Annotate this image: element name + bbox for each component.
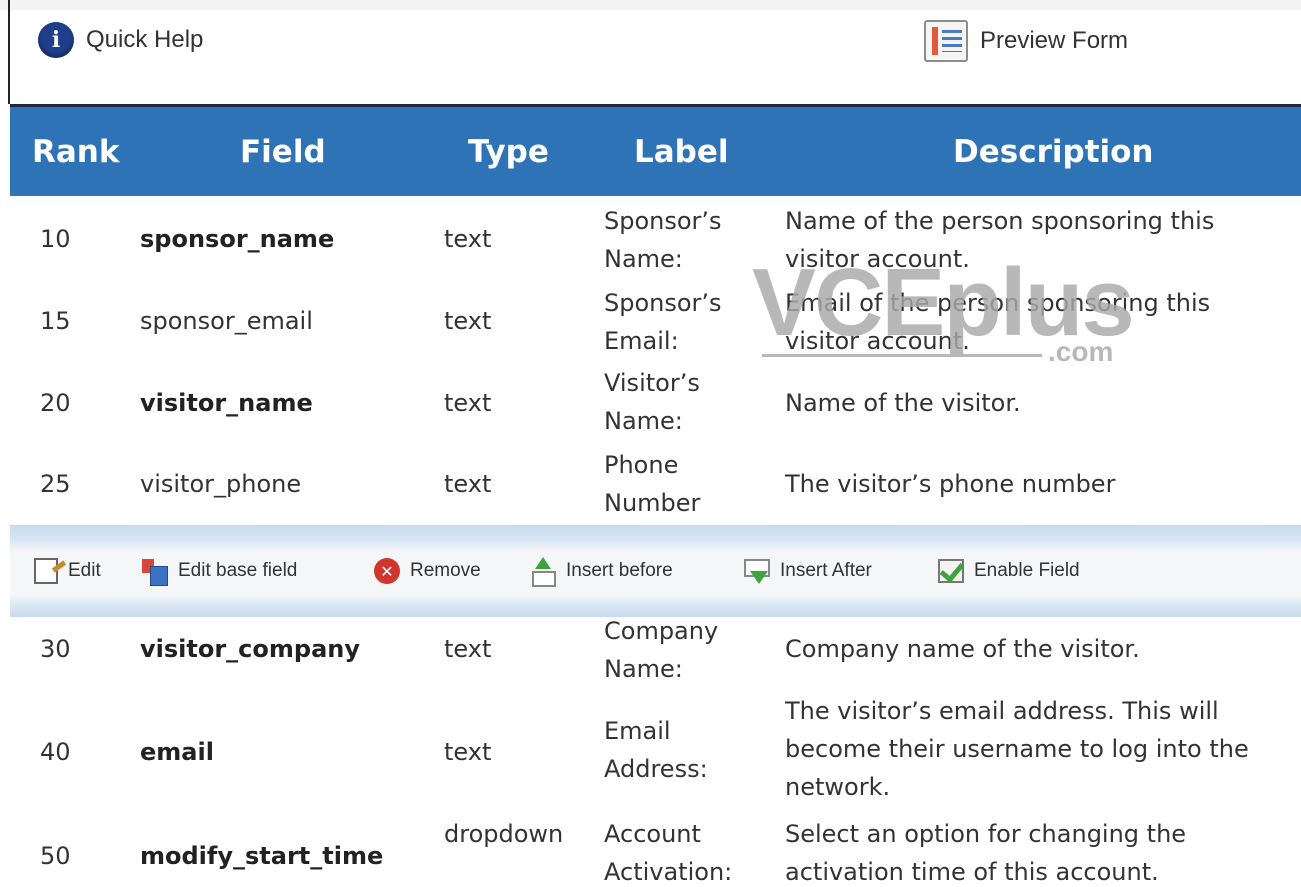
preview-form-label: Preview Form [980,27,1129,54]
insert-after-icon [742,557,770,585]
label-cell: Company Name: [604,617,719,683]
enable-field-button[interactable]: Enable Field [938,555,1080,587]
description-cell: Name of the person sponsoring this visit… [785,207,1215,273]
remove-label: Remove [410,560,481,581]
edit-button[interactable]: Edit [34,555,101,587]
column-header-label[interactable]: Label [634,107,729,196]
field-cell: modify_start_time [140,842,384,870]
insert-before-button[interactable]: Insert before [528,555,673,587]
edit-base-field-button[interactable]: Edit base field [140,555,297,587]
edit-base-field-icon [140,557,168,586]
field-cell: email [140,738,214,766]
label-cell: Email Address: [604,717,708,783]
type-cell: text [444,225,492,253]
insert-before-icon [528,557,556,587]
enable-field-label: Enable Field [974,560,1080,581]
rank-cell: 25 [40,470,71,498]
form-toolbar-top: i Quick Help Preview Form [0,0,1301,104]
column-header-type[interactable]: Type [468,107,549,196]
rank-cell: 50 [40,842,71,870]
form-preview-icon [924,20,968,62]
rank-cell: 30 [40,635,71,663]
type-cell: text [444,470,492,498]
field-cell: visitor_company [140,635,361,663]
rank-cell: 10 [40,225,71,253]
rank-cell: 20 [40,389,71,417]
label-cell: Sponsor’s Name: [604,207,722,273]
insert-before-label: Insert before [566,560,673,581]
left-border [8,0,10,104]
edit-base-field-label: Edit base field [178,560,298,581]
quick-help-label: Quick Help [86,26,204,53]
enable-field-icon [938,559,964,583]
description-cell: The visitor’s phone number [785,470,1116,498]
type-cell: text [444,307,492,335]
info-icon: i [38,22,74,58]
description-cell: Company name of the visitor. [785,635,1140,663]
description-cell: The visitor’s email address. This will b… [785,697,1249,801]
remove-button[interactable]: ✕ Remove [374,555,481,587]
type-cell: text [444,635,492,663]
remove-icon: ✕ [374,558,400,584]
row-action-toolbar: Edit Edit base field ✕ Remove Insert bef… [10,525,1301,617]
column-header-field[interactable]: Field [240,107,326,196]
description-cell: Select an option for changing the activa… [785,820,1187,886]
column-header-description[interactable]: Description [953,107,1154,196]
field-cell: visitor_phone [140,470,302,498]
field-cell: sponsor_email [140,307,313,335]
type-cell: text [444,738,492,766]
preview-form-link[interactable]: Preview Form [924,20,1128,62]
field-cell: visitor_name [140,389,313,417]
column-header-rank[interactable]: Rank [32,107,119,196]
edit-label: Edit [68,560,101,581]
type-cell: dropdown [444,820,564,848]
label-cell: Sponsor’s Email: [604,289,722,355]
label-cell: Visitor’s Name: [604,369,700,435]
description-cell: Email of the person sponsoring this visi… [785,289,1211,355]
top-edge [0,0,1301,10]
insert-after-label: Insert After [780,560,872,581]
table-header: Rank Field Type Label Description [10,104,1301,196]
label-cell: Phone Number [604,451,701,517]
label-cell: Account Activation: [604,820,733,886]
rank-cell: 40 [40,738,71,766]
edit-icon [34,558,58,584]
rank-cell: 15 [40,307,71,335]
quick-help-link[interactable]: i Quick Help [38,22,203,58]
insert-after-button[interactable]: Insert After [742,555,872,587]
field-cell: sponsor_name [140,225,335,253]
type-cell: text [444,389,492,417]
description-cell: Name of the visitor. [785,389,1021,417]
